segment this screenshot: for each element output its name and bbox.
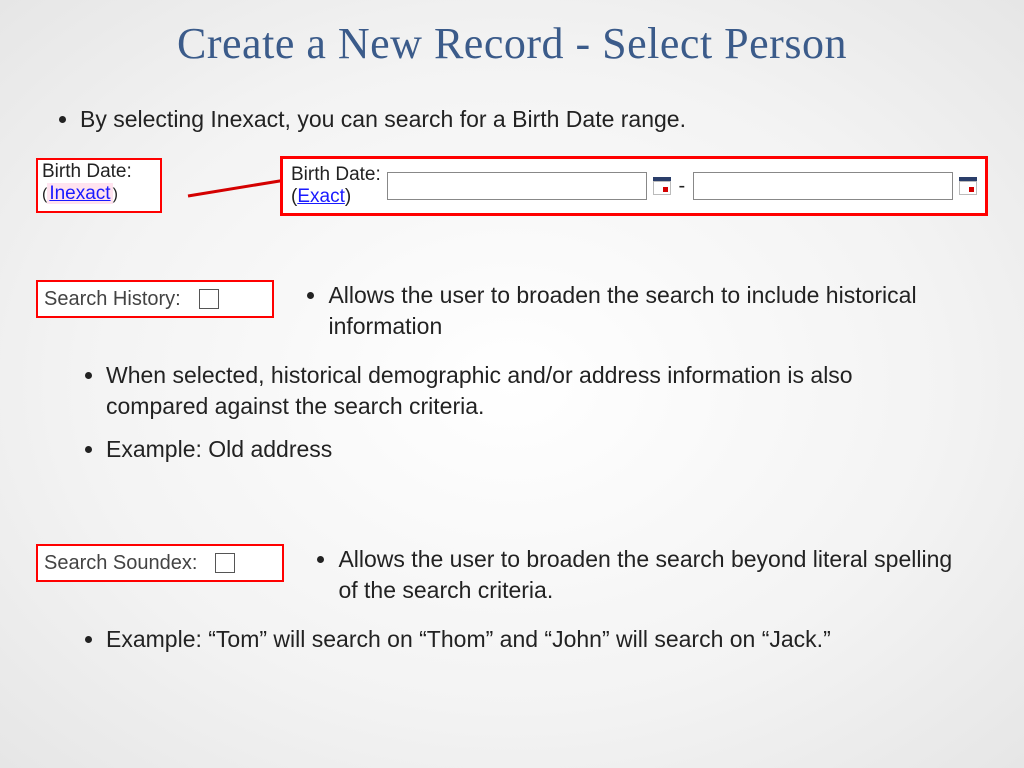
slide-title: Create a New Record - Select Person (0, 0, 1024, 69)
intro-section: By selecting Inexact, you can search for… (0, 94, 1024, 145)
slide: Create a New Record - Select Person By s… (0, 0, 1024, 768)
birthdate-row: Birth Date: (Inexact) Birth Date: (Exact… (36, 156, 988, 230)
search-history-checkbox[interactable] (199, 289, 219, 309)
date-to-input[interactable] (693, 172, 953, 200)
history-detail-bullets: When selected, historical demographic an… (36, 360, 988, 465)
intro-bullet: By selecting Inexact, you can search for… (80, 104, 1024, 135)
search-soundex-box: Search Soundex: (36, 544, 284, 582)
search-history-box: Search History: (36, 280, 274, 318)
search-soundex-label: Search Soundex: (44, 552, 197, 575)
search-history-right: Allows the user to broaden the search to… (304, 280, 954, 342)
date-from-input[interactable] (387, 172, 647, 200)
search-soundex-checkbox[interactable] (215, 553, 235, 573)
history-bullet-1: When selected, historical demographic an… (106, 360, 988, 422)
birthdate-inexact-line: (Inexact) (42, 183, 156, 205)
inexact-toggle-link[interactable]: Inexact (47, 183, 112, 204)
birthdate-label-1: Birth Date: (42, 162, 156, 183)
calendar-icon[interactable] (653, 177, 671, 195)
birthdate-inexact-box: Birth Date: (Inexact) (36, 158, 162, 213)
exact-toggle-link[interactable]: Exact (297, 186, 345, 207)
search-history-label: Search History: (44, 288, 181, 311)
range-dash: - (677, 175, 688, 198)
soundex-broaden-bullet: Allows the user to broaden the search be… (338, 544, 964, 606)
calendar-icon[interactable] (959, 177, 977, 195)
search-soundex-right: Allows the user to broaden the search be… (314, 544, 964, 606)
history-bullet-2: Example: Old address (106, 434, 988, 465)
search-history-section: Search History: Allows the user to broad… (36, 280, 988, 477)
history-broaden-bullet: Allows the user to broaden the search to… (328, 280, 954, 342)
birthdate-exact-panel: Birth Date: (Exact) - (280, 156, 988, 216)
soundex-bullet-1: Example: “Tom” will search on “Thom” and… (106, 624, 988, 655)
soundex-detail-bullets: Example: “Tom” will search on “Thom” and… (36, 624, 988, 655)
birthdate-label-2: Birth Date: (291, 165, 381, 186)
search-soundex-section: Search Soundex: Allows the user to broad… (36, 544, 988, 667)
birthdate-exact-labels: Birth Date: (Exact) (291, 165, 381, 208)
